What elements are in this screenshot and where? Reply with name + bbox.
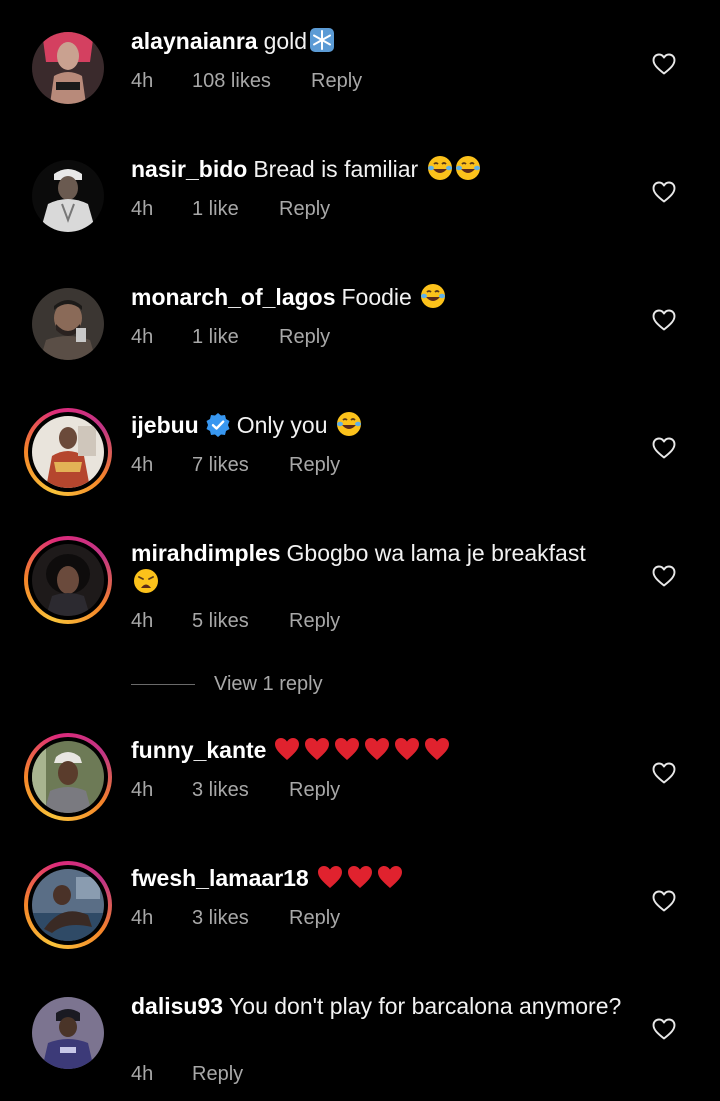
comment-text: dalisu93 You don't play for barcalona any… xyxy=(131,992,630,1021)
comment-time: 4h xyxy=(131,779,154,801)
avatar[interactable] xyxy=(32,288,104,360)
comment-username[interactable]: dalisu93 xyxy=(131,993,223,1019)
comment-text: funny_kante xyxy=(131,736,630,765)
avatar-image xyxy=(32,544,104,616)
tears-of-joy-emoji xyxy=(427,156,452,180)
avatar[interactable] xyxy=(32,997,104,1069)
reply-button[interactable]: Reply xyxy=(192,1063,243,1086)
tears-of-joy-emoji xyxy=(421,284,446,308)
comment-likes[interactable]: 7 likes xyxy=(192,454,249,477)
comment-body: Only you xyxy=(236,412,328,438)
reply-button[interactable]: Reply xyxy=(289,454,340,477)
comment-item: mirahdimples Gbogbo wa lama je breakfast … xyxy=(0,512,720,642)
reply-button[interactable]: Reply xyxy=(311,70,362,93)
comment-item: alaynaianra gold 4h 108 likes Reply xyxy=(0,0,720,128)
red-heart-emoji xyxy=(275,738,450,760)
avatar-image xyxy=(32,32,104,104)
avatar-story-ring[interactable] xyxy=(24,536,112,624)
avatar[interactable] xyxy=(32,32,104,104)
replies-divider xyxy=(131,684,195,685)
comment-time: 4h xyxy=(131,454,154,476)
comment-username[interactable]: monarch_of_lagos xyxy=(131,284,336,310)
comment-time: 4h xyxy=(131,907,154,929)
comment-item: dalisu93 You don't play for barcalona any… xyxy=(0,965,720,1101)
reply-button[interactable]: Reply xyxy=(289,779,340,802)
red-heart-emoji xyxy=(317,866,402,888)
comment-time: 4h xyxy=(131,198,154,220)
heart-icon[interactable] xyxy=(652,762,676,784)
reply-button[interactable]: Reply xyxy=(289,610,340,633)
heart-icon[interactable] xyxy=(652,890,676,912)
verified-badge-icon xyxy=(206,413,230,437)
heart-icon[interactable] xyxy=(652,437,676,459)
avatar-story-ring[interactable] xyxy=(24,408,112,496)
reply-button[interactable]: Reply xyxy=(289,907,340,930)
comment-username[interactable]: nasir_bido xyxy=(131,156,247,182)
avatar[interactable] xyxy=(32,160,104,232)
comment-item: ijebuu Only you 4h 7 likes Reply xyxy=(0,384,720,512)
comment-text: monarch_of_lagos Foodie xyxy=(131,283,630,312)
comments-list: alaynaianra gold 4h 108 likes Reply nasir… xyxy=(0,0,720,1101)
heart-icon[interactable] xyxy=(652,181,676,203)
avatar-story-ring[interactable] xyxy=(24,733,112,821)
comment-item: funny_kante 4h 3 likes Reply xyxy=(0,709,720,837)
comment-body: Bread is familiar xyxy=(253,156,419,182)
avatar-image xyxy=(32,160,104,232)
comment-time: 4h xyxy=(131,70,154,92)
avatar-image xyxy=(32,997,104,1069)
avatar-story-ring[interactable] xyxy=(24,861,112,949)
comment-item: nasir_bido Bread is familiar 4h 1 like Re… xyxy=(0,128,720,256)
comment-text: fwesh_lamaar18 xyxy=(131,864,630,893)
weary-face-emoji xyxy=(134,569,158,593)
heart-icon[interactable] xyxy=(652,1018,676,1040)
tears-of-joy-emoji xyxy=(336,412,361,436)
comment-time: 4h xyxy=(131,610,154,632)
comment-text: nasir_bido Bread is familiar xyxy=(131,155,630,184)
comment-username[interactable]: ijebuu xyxy=(131,412,199,438)
heart-icon[interactable] xyxy=(652,53,676,75)
comment-body: Foodie xyxy=(341,284,412,310)
heart-icon[interactable] xyxy=(652,565,676,587)
heart-icon[interactable] xyxy=(652,309,676,331)
view-replies-label[interactable]: View 1 reply xyxy=(214,673,323,696)
comment-username[interactable]: fwesh_lamaar18 xyxy=(131,865,309,891)
comment-time: 4h xyxy=(131,1063,154,1085)
comment-item: monarch_of_lagos Foodie 4h 1 like Reply xyxy=(0,256,720,384)
comment-username[interactable]: funny_kante xyxy=(131,737,266,763)
comment-likes[interactable]: 3 likes xyxy=(192,779,249,802)
avatar-image xyxy=(32,288,104,360)
snowflake-emoji xyxy=(310,28,335,52)
comment-likes[interactable]: 108 likes xyxy=(192,70,271,93)
avatar-image xyxy=(32,869,104,941)
reply-button[interactable]: Reply xyxy=(279,198,330,221)
comment-likes[interactable]: 1 like xyxy=(192,326,239,349)
comment-item: fwesh_lamaar18 4h 3 likes Reply xyxy=(0,837,720,965)
comment-text: mirahdimples Gbogbo wa lama je breakfast xyxy=(131,539,630,597)
comment-likes[interactable]: 3 likes xyxy=(192,907,249,930)
comment-username[interactable]: mirahdimples xyxy=(131,540,281,566)
avatar-image xyxy=(32,416,104,488)
comment-body: Gbogbo wa lama je breakfast xyxy=(286,540,586,566)
comment-body: You don't play for barcalona anymore? xyxy=(229,993,622,1019)
comment-username[interactable]: alaynaianra xyxy=(131,28,258,54)
comment-likes[interactable]: 1 like xyxy=(192,198,239,221)
comment-body: gold xyxy=(263,28,308,54)
comment-likes[interactable]: 5 likes xyxy=(192,610,249,633)
reply-button[interactable]: Reply xyxy=(279,326,330,349)
comment-time: 4h xyxy=(131,326,154,348)
comment-text: alaynaianra gold xyxy=(131,27,630,56)
comment-text: ijebuu Only you xyxy=(131,411,630,440)
tears-of-joy-emoji xyxy=(455,156,480,180)
avatar-image xyxy=(32,741,104,813)
